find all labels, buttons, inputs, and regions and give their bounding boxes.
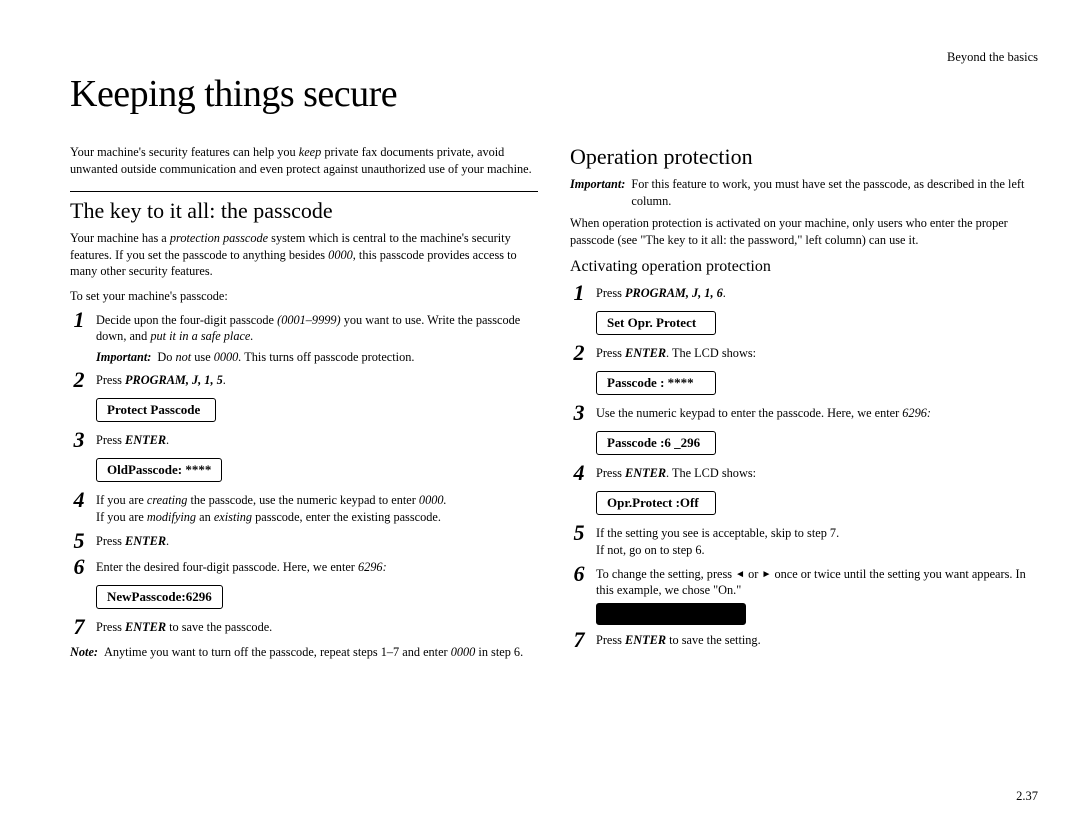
- page-title: Keeping things secure: [70, 72, 1038, 116]
- left-step-7: 7 Press ENTER to save the passcode.: [70, 616, 538, 638]
- right-arrow-icon: ►: [761, 568, 771, 582]
- right-step-6: 6 To change the setting, press ◄ or ► on…: [570, 563, 1038, 599]
- step-number: 2: [570, 342, 588, 364]
- step-number: 7: [70, 616, 88, 638]
- step-number: 4: [70, 489, 88, 511]
- left-step-4: 4 If you are creating the passcode, use …: [70, 489, 538, 525]
- intro-text: Your machine's security features can hel…: [70, 144, 538, 177]
- step-number: 1: [70, 309, 88, 331]
- step-number: 6: [570, 563, 588, 585]
- left-arrow-icon: ◄: [735, 568, 745, 582]
- right-step-5: 5 If the setting you see is acceptable, …: [570, 522, 1038, 558]
- section-heading-passcode: The key to it all: the passcode: [70, 198, 538, 224]
- section-heading-operation: Operation protection: [570, 144, 1038, 170]
- step-number: 2: [70, 369, 88, 391]
- note: Note: Anytime you want to turn off the p…: [70, 644, 538, 661]
- right-step-2: 2 Press ENTER. The LCD shows:: [570, 342, 1038, 364]
- lead-text: To set your machine's passcode:: [70, 288, 538, 305]
- left-step-1: 1 Decide upon the four-digit passcode (0…: [70, 309, 538, 345]
- header-right: Beyond the basics: [947, 50, 1038, 65]
- right-step-1: 1 Press PROGRAM, J, 1, 6.: [570, 282, 1038, 304]
- step-number: 1: [570, 282, 588, 304]
- right-column: Operation protection Important: For this…: [570, 144, 1038, 660]
- left-column: Your machine's security features can hel…: [70, 144, 538, 660]
- right-step-3: 3 Use the numeric keypad to enter the pa…: [570, 402, 1038, 424]
- sub-heading-activating: Activating operation protection: [570, 258, 1038, 276]
- left-step-5: 5 Press ENTER.: [70, 530, 538, 552]
- step-number: 3: [570, 402, 588, 424]
- step-number: 3: [70, 429, 88, 451]
- lcd-redacted: [596, 603, 746, 625]
- right-p1: When operation protection is activated o…: [570, 215, 1038, 248]
- important-note: Important: Do not use 0000. This turns o…: [96, 349, 538, 366]
- page-number: 2.37: [1016, 789, 1038, 804]
- lcd-old-passcode: OldPasscode: ****: [96, 458, 222, 482]
- right-step-4: 4 Press ENTER. The LCD shows:: [570, 462, 1038, 484]
- divider: [70, 191, 538, 192]
- lcd-set-opr-protect: Set Opr. Protect: [596, 311, 716, 335]
- step-number: 5: [570, 522, 588, 544]
- lcd-new-passcode: NewPasscode:6296: [96, 585, 223, 609]
- lcd-protect-passcode: Protect Passcode: [96, 398, 216, 422]
- lcd-passcode-entry: Passcode :6 _296: [596, 431, 716, 455]
- lcd-opr-protect-off: Opr.Protect :Off: [596, 491, 716, 515]
- passcode-intro: Your machine has a protection passcode s…: [70, 230, 538, 280]
- step-number: 6: [70, 556, 88, 578]
- right-step-7: 7 Press ENTER to save the setting.: [570, 629, 1038, 651]
- step-number: 7: [570, 629, 588, 651]
- left-step-2: 2 Press PROGRAM, J, 1, 5.: [70, 369, 538, 391]
- lcd-passcode-blank: Passcode : ****: [596, 371, 716, 395]
- left-step-6: 6 Enter the desired four-digit passcode.…: [70, 556, 538, 578]
- right-important: Important: For this feature to work, you…: [570, 176, 1038, 209]
- step-number: 4: [570, 462, 588, 484]
- left-step-3: 3 Press ENTER.: [70, 429, 538, 451]
- step-number: 5: [70, 530, 88, 552]
